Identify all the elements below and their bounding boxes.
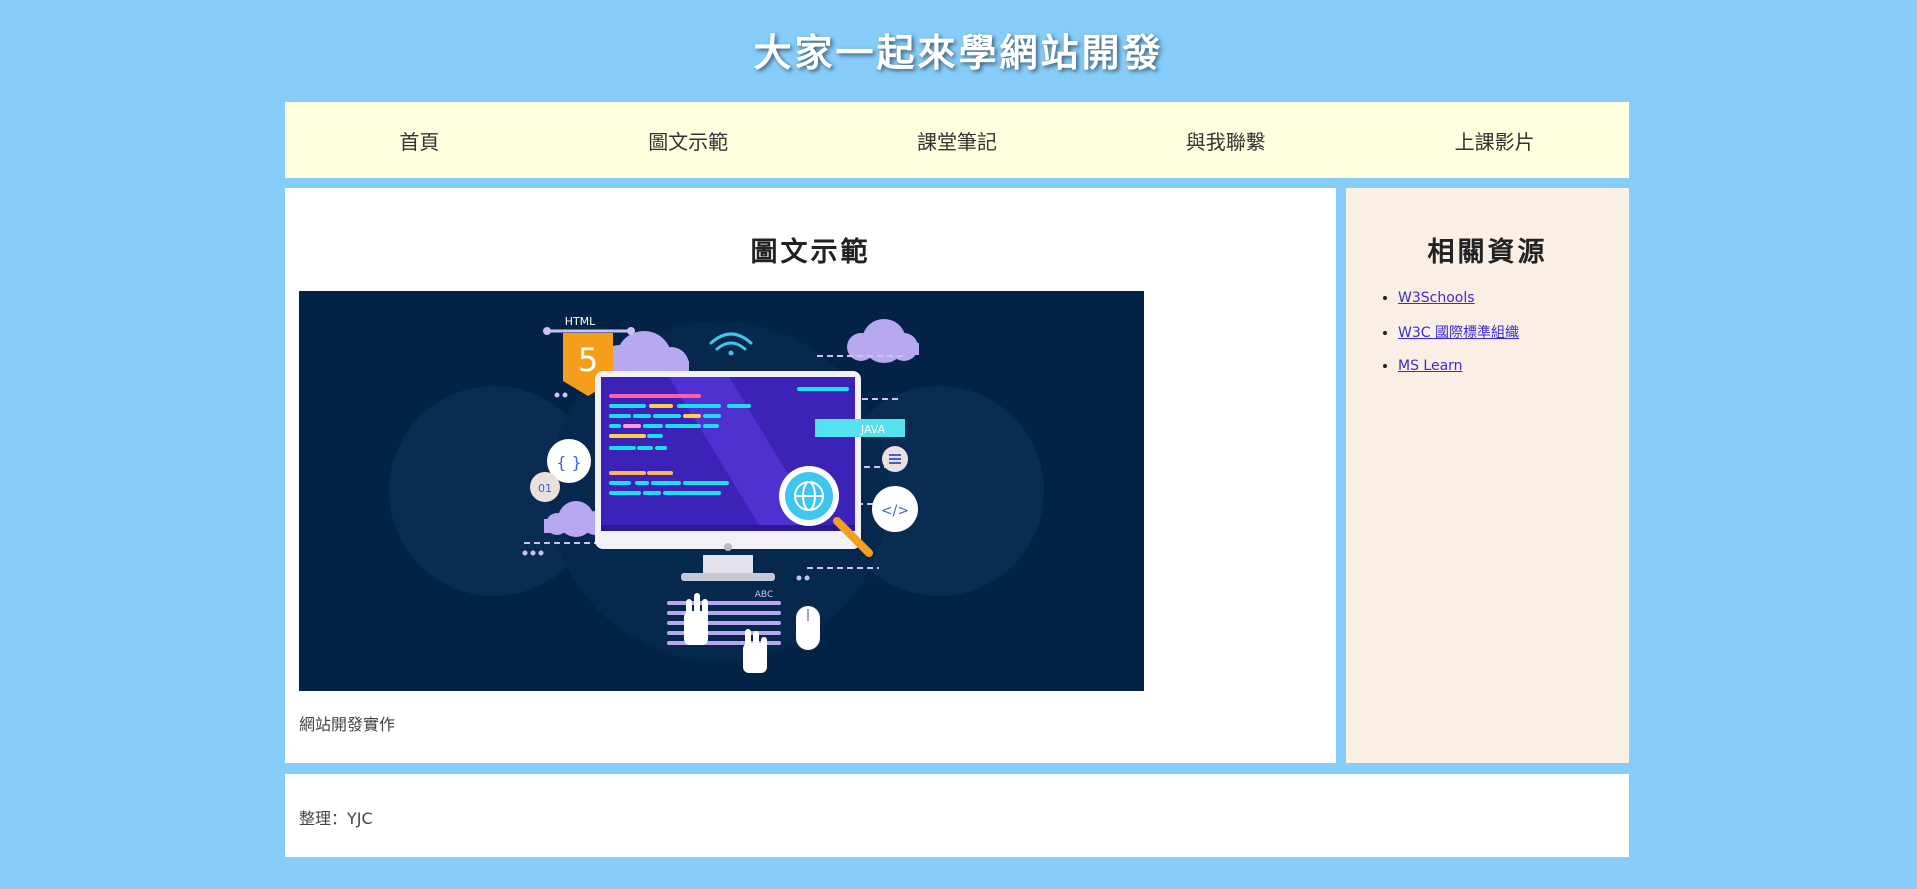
main-content: 圖文示範 HTML 5 JAVA {} 01 </> ABC 網站開發實作 <box>285 188 1336 763</box>
resource-item: W3Schools <box>1398 290 1519 306</box>
sidebar-resources: 相關資源 W3Schools W3C 國際標準組織 MS Learn <box>1346 188 1629 763</box>
resource-item: W3C 國際標準組織 <box>1398 322 1519 342</box>
html-badge-label: HTML <box>565 315 596 328</box>
resource-list: W3Schools W3C 國際標準組織 MS Learn <box>1380 290 1519 390</box>
binary-bubble-label: 01 <box>538 482 552 495</box>
nav-item-class-notes[interactable]: 課堂筆記 <box>823 126 1092 155</box>
java-label: JAVA <box>860 423 886 436</box>
keyboard-abc-label: ABC <box>755 590 773 600</box>
nav-item-videos[interactable]: 上課影片 <box>1360 126 1629 155</box>
html-badge-number: 5 <box>578 341 598 379</box>
hero-image: HTML 5 JAVA {} 01 </> ABC <box>299 291 1144 691</box>
braces-bubble-label: { } <box>556 453 581 472</box>
sidebar-heading: 相關資源 <box>1427 237 1548 268</box>
nav-item-contact[interactable]: 與我聯繫 <box>1091 126 1360 155</box>
site-title: 大家一起來學網站開發 <box>753 30 1164 75</box>
footer: 整理：YJC <box>285 774 1629 857</box>
link-ms-learn[interactable]: MS Learn <box>1398 358 1463 374</box>
footer-text: 整理：YJC <box>299 809 373 828</box>
link-w3c[interactable]: W3C 國際標準組織 <box>1398 325 1519 341</box>
nav-item-home[interactable]: 首頁 <box>285 126 554 155</box>
main-nav: 首頁 圖文示範 課堂筆記 與我聯繫 上課影片 <box>285 102 1629 178</box>
link-w3schools[interactable]: W3Schools <box>1398 290 1475 306</box>
image-caption: 網站開發實作 <box>299 715 396 734</box>
main-heading: 圖文示範 <box>750 237 871 268</box>
resource-item: MS Learn <box>1398 358 1519 374</box>
nav-item-image-demo[interactable]: 圖文示範 <box>554 126 823 155</box>
tag-bubble-label: </> <box>881 503 909 519</box>
